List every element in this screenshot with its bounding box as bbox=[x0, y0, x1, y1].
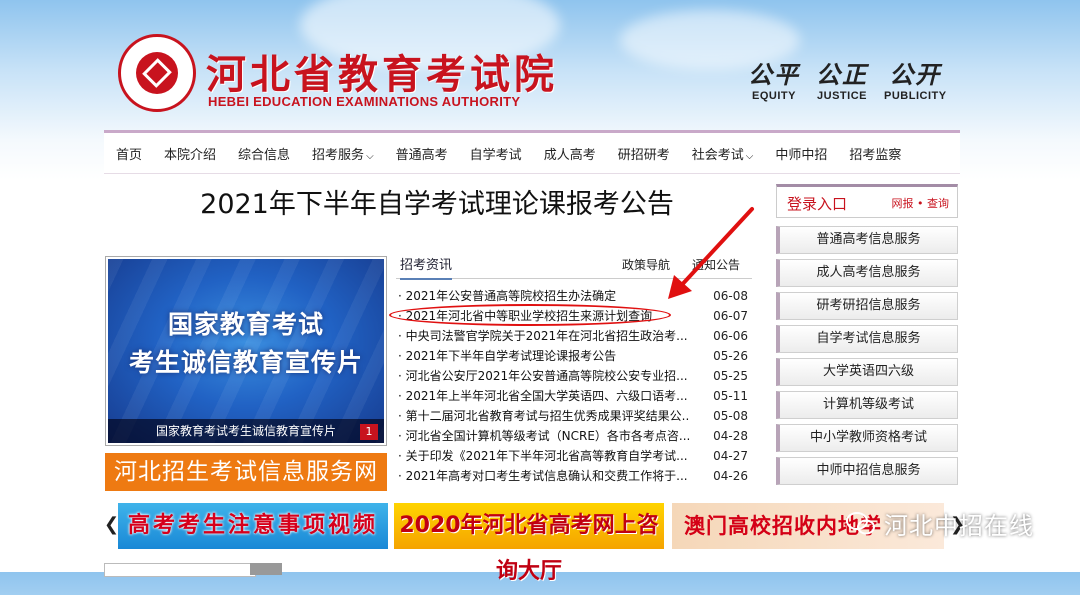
service-button-cet[interactable]: 大学英语四六级 bbox=[776, 358, 958, 386]
news-date: 05-08 bbox=[713, 409, 748, 423]
nav-label: 首页 bbox=[116, 147, 143, 163]
news-title[interactable]: · 关于印发《2021年下半年河北省高等教育自学考试... bbox=[398, 446, 690, 466]
nav-item-adult-exam[interactable]: 成人高考 bbox=[533, 144, 607, 163]
news-title[interactable]: · 2021年公安普通高等院校招生办法确定 bbox=[398, 286, 690, 306]
nav-item-social-exams[interactable]: 社会考试 ⌵ bbox=[681, 144, 765, 163]
promo-headline: 国家教育考试 bbox=[167, 310, 324, 339]
site-subtitle: HEBEI EDUCATION EXAMINATIONS AUTHORITY bbox=[208, 94, 521, 109]
list-item[interactable]: · 2021年高考对口考生考试信息确认和交费工作将于... 04-26 bbox=[396, 466, 752, 486]
motto-en: PUBLICITY bbox=[884, 90, 947, 102]
search-input[interactable] bbox=[104, 563, 256, 577]
news-date: 06-06 bbox=[713, 329, 748, 343]
list-item[interactable]: · 中央司法警官学院关于2021年在河北省招生政治考... 06-06 bbox=[396, 326, 752, 346]
nav-item-admission-services[interactable]: 招考服务 ⌵ bbox=[301, 144, 385, 163]
list-item[interactable]: · 2021年上半年河北省全国大学英语四、六级口语考... 05-11 bbox=[396, 386, 752, 406]
chevron-down-icon: ⌵ bbox=[745, 150, 754, 162]
news-title[interactable]: · 2021年高考对口考生考试信息确认和交费工作将于... bbox=[398, 466, 690, 486]
nav-label: 成人高考 bbox=[543, 147, 596, 163]
highlight-circle bbox=[389, 304, 671, 326]
carousel-prev-icon[interactable]: ❮ bbox=[104, 503, 119, 547]
nav-label: 普通高考 bbox=[395, 147, 448, 163]
nav-item-about[interactable]: 本院介绍 bbox=[153, 144, 227, 163]
nav-label: 中师中招 bbox=[775, 147, 828, 163]
nav-item-home[interactable]: 首页 bbox=[104, 144, 153, 163]
news-date: 04-27 bbox=[713, 449, 748, 463]
nav-item-secondary-admission[interactable]: 中师中招 bbox=[764, 144, 838, 163]
nav-item-gaokao[interactable]: 普通高考 bbox=[385, 144, 459, 163]
motto-en: EQUITY bbox=[752, 90, 796, 102]
list-item[interactable]: · 河北省全国计算机等级考试（NCRE）各市各考点咨... 04-28 bbox=[396, 426, 752, 446]
login-title: 登录入口 bbox=[787, 195, 848, 213]
news-date: 05-11 bbox=[713, 389, 748, 403]
list-item[interactable]: · 河北省公安厅2021年公安普通高等院校公安专业招... 05-25 bbox=[396, 366, 752, 386]
nav-label: 招考监察 bbox=[849, 147, 902, 163]
site-title[interactable]: 河北省教育考试院 bbox=[206, 42, 558, 100]
tab-admission-news[interactable]: 招考资讯 bbox=[400, 254, 453, 280]
banner-gaokao-video[interactable]: 高考考生注意事项视频 bbox=[118, 503, 388, 549]
service-button-teacher-cert[interactable]: 中小学教师资格考试 bbox=[776, 424, 958, 452]
nav-item-general-info[interactable]: 综合信息 bbox=[227, 144, 301, 163]
news-date: 05-26 bbox=[713, 349, 748, 363]
news-date: 04-26 bbox=[713, 469, 748, 483]
info-service-banner[interactable]: 河北招生考试信息服务网 bbox=[105, 453, 387, 491]
nav-label: 自学考试 bbox=[469, 147, 522, 163]
motto-cn: 公平 bbox=[748, 61, 800, 89]
arrow-annotation-icon bbox=[668, 207, 754, 299]
news-title[interactable]: · 2021年下半年自学考试理论课报考公告 bbox=[398, 346, 690, 366]
list-item[interactable]: · 第十二届河北省教育考试与招生优秀成果评奖结果公... 05-08 bbox=[396, 406, 752, 426]
motto-equity: 公平 EQUITY bbox=[748, 60, 800, 102]
nav-item-supervision[interactable]: 招考监察 bbox=[838, 144, 912, 163]
promo-page-indicator[interactable]: 1 bbox=[360, 424, 378, 440]
motto-en: JUSTICE bbox=[817, 90, 867, 102]
news-title[interactable]: · 河北省全国计算机等级考试（NCRE）各市各考点咨... bbox=[398, 426, 690, 446]
news-title[interactable]: · 河北省公安厅2021年公安普通高等院校公安专业招... bbox=[398, 366, 690, 386]
wechat-icon bbox=[846, 512, 875, 535]
motto-publicity: 公开 PUBLICITY bbox=[884, 60, 947, 102]
main-nav: 首页 本院介绍 综合信息 招考服务 ⌵ 普通高考 自学考试 成人高考 研招研考 社… bbox=[104, 133, 960, 174]
logo-seal-icon[interactable] bbox=[118, 34, 196, 112]
watermark-text: 河北中招在线 bbox=[884, 512, 1034, 540]
nav-label: 研招研考 bbox=[617, 147, 670, 163]
chevron-down-icon: ⌵ bbox=[366, 150, 374, 162]
search-button[interactable] bbox=[250, 563, 282, 575]
news-date: 04-28 bbox=[713, 429, 748, 443]
news-title[interactable]: · 第十二届河北省教育考试与招生优秀成果评奖结果公... bbox=[398, 406, 690, 426]
service-button-self-study[interactable]: 自学考试信息服务 bbox=[776, 325, 958, 353]
motto-cn: 公开 bbox=[889, 61, 942, 89]
service-button-secondary[interactable]: 中师中招信息服务 bbox=[776, 457, 958, 485]
nav-label: 招考服务 bbox=[312, 147, 365, 163]
promo-headline: 考生诚信教育宣传片 bbox=[128, 348, 363, 377]
news-date: 05-25 bbox=[713, 369, 748, 383]
nav-label: 本院介绍 bbox=[164, 147, 217, 163]
promo-caption: 国家教育考试考生诚信教育宣传片 bbox=[108, 419, 384, 443]
news-title[interactable]: · 2021年上半年河北省全国大学英语四、六级口语考... bbox=[398, 386, 690, 406]
motto-justice: 公正 JUSTICE bbox=[816, 60, 868, 102]
motto-cn: 公正 bbox=[816, 61, 868, 89]
list-item[interactable]: · 2021年下半年自学考试理论课报考公告 05-26 bbox=[396, 346, 752, 366]
nav-label: 综合信息 bbox=[238, 147, 291, 163]
promo-video[interactable]: 国家教育考试 考生诚信教育宣传片 国家教育考试考生诚信教育宣传片 1 bbox=[108, 259, 384, 443]
nav-item-self-study[interactable]: 自学考试 bbox=[459, 144, 533, 163]
news-title[interactable]: · 中央司法警官学院关于2021年在河北省招生政治考... bbox=[398, 326, 690, 346]
service-button-ncre[interactable]: 计算机等级考试 bbox=[776, 391, 958, 419]
login-entry[interactable]: 登录入口 网报 • 查询 bbox=[776, 184, 958, 218]
nav-label: 社会考试 bbox=[691, 147, 744, 163]
nav-item-postgrad[interactable]: 研招研考 bbox=[607, 144, 681, 163]
service-button-adult[interactable]: 成人高考信息服务 bbox=[776, 259, 958, 287]
news-date: 06-07 bbox=[713, 309, 748, 323]
banner-online-consult[interactable]: 2020年河北省高考网上咨询大厅 bbox=[394, 503, 664, 584]
list-item[interactable]: · 关于印发《2021年下半年河北省高等教育自学考试... 04-27 bbox=[396, 446, 752, 466]
service-button-postgrad[interactable]: 研考研招信息服务 bbox=[776, 292, 958, 320]
login-links[interactable]: 网报 • 查询 bbox=[892, 195, 949, 211]
service-button-gaokao[interactable]: 普通高考信息服务 bbox=[776, 226, 958, 254]
